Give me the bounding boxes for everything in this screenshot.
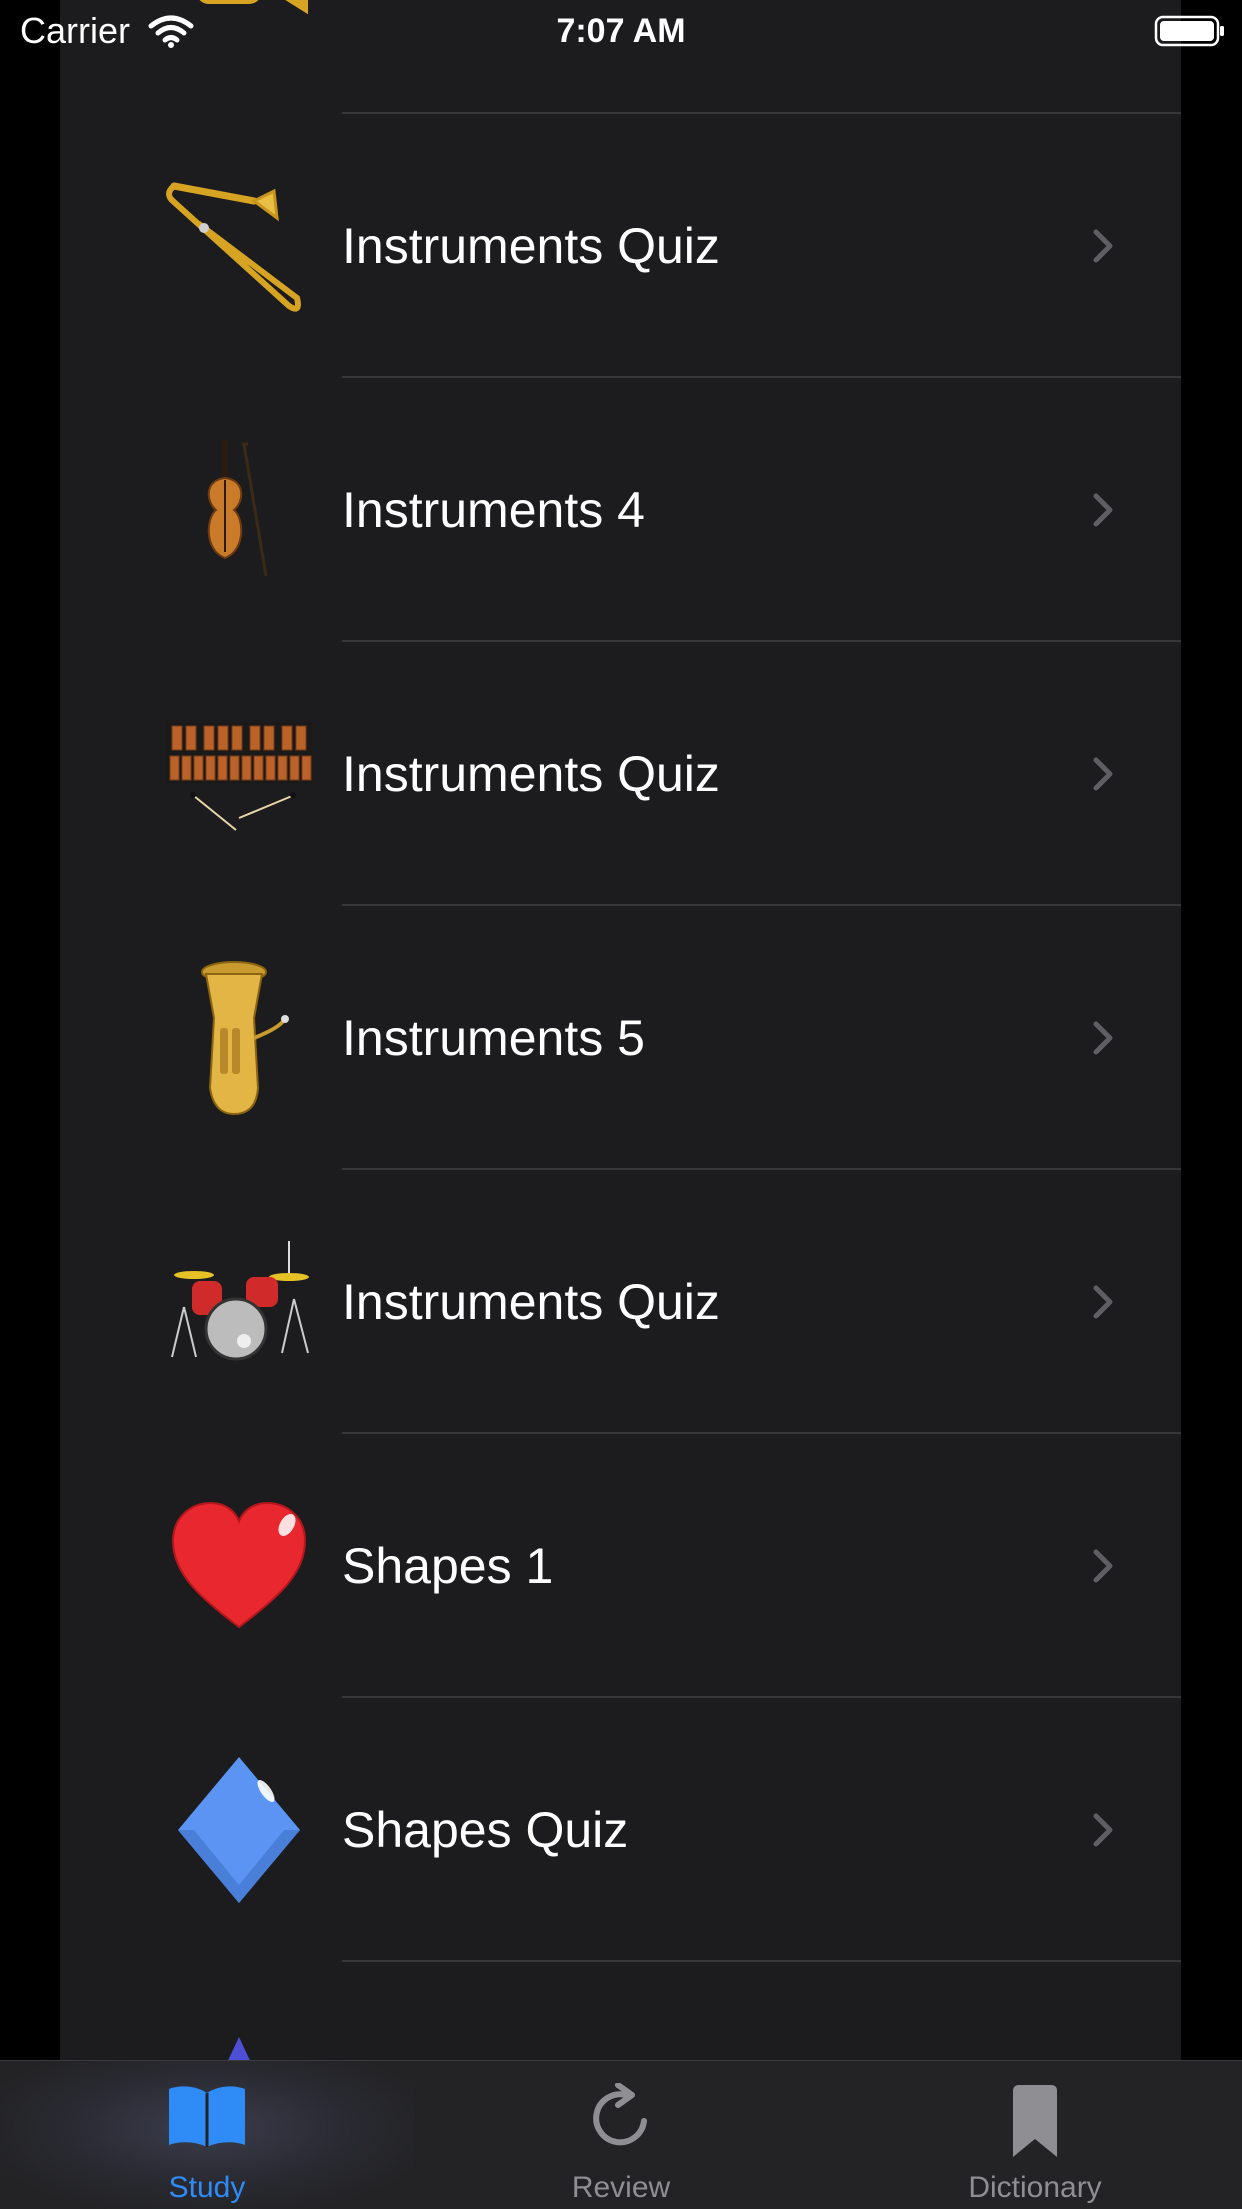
book-icon	[0, 2083, 414, 2149]
list-item[interactable]: Shapes Quiz	[60, 1698, 1181, 1962]
list-item-label: Shapes Quiz	[342, 1802, 629, 1858]
xylophone-icon	[144, 679, 334, 869]
chevron-right-icon	[1088, 1546, 1118, 1586]
diamond-icon	[144, 1735, 334, 1925]
list-item-label: Shapes 1	[342, 1538, 554, 1594]
chevron-right-icon	[1088, 490, 1118, 530]
status-bar: Carrier 7:07 AM	[0, 0, 1242, 60]
tab-label: Study	[168, 2171, 246, 2204]
list-item-label: Instruments Quiz	[342, 218, 720, 274]
list-item-label: Instruments 4	[342, 482, 645, 538]
violin-icon	[144, 415, 334, 605]
list-item[interactable]: Instruments Quiz	[60, 114, 1181, 378]
status-time: 7:07 AM	[556, 12, 686, 50]
tab-review[interactable]: Review	[414, 2061, 828, 2209]
chevron-right-icon	[1088, 1018, 1118, 1058]
list-item[interactable]: Instruments Quiz	[60, 1170, 1181, 1434]
list-item[interactable]: Instruments Quiz	[60, 642, 1181, 906]
tab-label: Review	[571, 2171, 671, 2204]
list-item[interactable]: Instruments 5	[60, 906, 1181, 1170]
chevron-right-icon	[1088, 1810, 1118, 1850]
tab-dictionary[interactable]: Dictionary	[828, 2061, 1242, 2209]
triangle-icon	[144, 2037, 334, 2060]
list-item-label: Instruments Quiz	[342, 746, 720, 802]
chevron-right-icon	[1088, 1282, 1118, 1322]
chevron-right-icon	[1088, 226, 1118, 266]
lesson-list[interactable]: Instruments 3 Instruments Quiz	[60, 0, 1181, 2060]
trombone-icon	[144, 151, 334, 341]
list-item-label: Instruments 5	[342, 1010, 645, 1066]
bookmark-icon	[828, 2083, 1242, 2159]
tab-study[interactable]: Study	[0, 2061, 414, 2209]
list-item-label: Instruments Quiz	[342, 1274, 720, 1330]
chevron-right-icon	[1088, 754, 1118, 794]
battery-icon	[1154, 14, 1226, 53]
refresh-icon	[414, 2083, 828, 2153]
list-item[interactable]: Instruments 4	[60, 378, 1181, 642]
list-item[interactable]: Shapes 1	[60, 1434, 1181, 1698]
tab-label: Dictionary	[968, 2171, 1102, 2204]
list-item-partial[interactable]	[60, 1962, 1181, 2060]
heart-icon	[144, 1471, 334, 1661]
tab-bar: Study Review Dictionary	[0, 2060, 1242, 2209]
tuba-icon	[144, 943, 334, 1133]
drum-kit-icon	[144, 1207, 334, 1397]
